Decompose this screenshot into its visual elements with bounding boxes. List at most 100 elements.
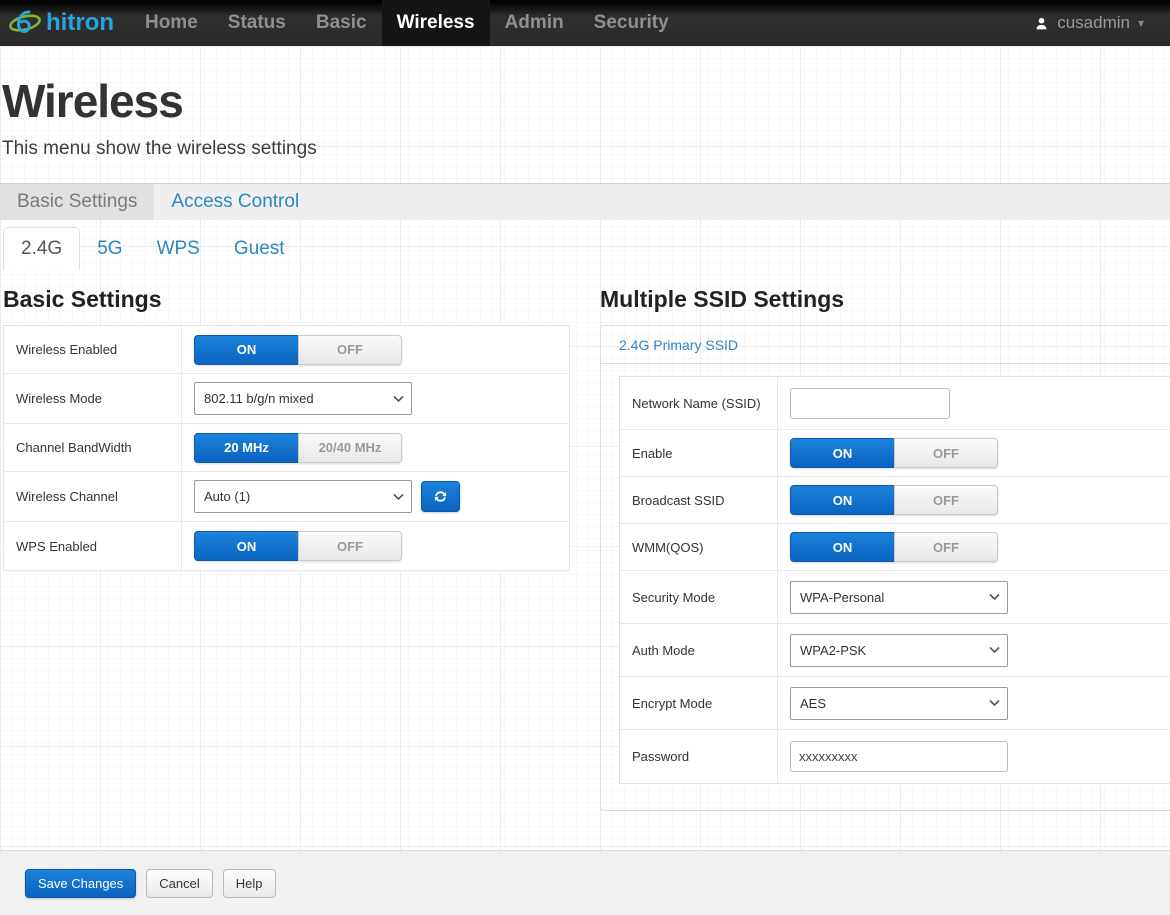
- ssid-settings-row-network-name-ssid: Network Name (SSID): [620, 377, 1170, 430]
- wireless-mode-select[interactable]: 802.11 b/g/n mixed: [194, 382, 412, 415]
- nav-item-admin[interactable]: Admin: [490, 0, 579, 46]
- ssid-settings-row-encrypt-mode: Encrypt Mode AES: [620, 677, 1170, 730]
- basic-settings-row-channel-bandwidth: Channel BandWidth 20 MHz20/40 MHz: [4, 424, 569, 472]
- nav-item-home[interactable]: Home: [130, 0, 213, 46]
- ssid-settings-row-wmm-qos: WMM(QOS)ONOFF: [620, 524, 1170, 571]
- channel-bandwidth-toggle: 20 MHz20/40 MHz: [194, 433, 402, 463]
- basic-settings-heading: Basic Settings: [3, 286, 600, 313]
- field-label: Password: [620, 730, 778, 783]
- channel-bandwidth-option-20-40-mhz[interactable]: 20/40 MHz: [298, 433, 402, 463]
- page-subtitle: This menu show the wireless settings: [2, 138, 1170, 160]
- field-control: WPA-Personal: [778, 571, 1170, 623]
- refresh-icon: [433, 489, 448, 504]
- field-control: ONOFF: [778, 430, 1170, 476]
- ssid-settings-heading: Multiple SSID Settings: [600, 286, 1170, 313]
- broadcast-ssid-toggle: ONOFF: [790, 485, 998, 515]
- basic-settings-row-wireless-mode: Wireless Mode 802.11 b/g/n mixed: [4, 374, 569, 424]
- page-content: Wireless This menu show the wireless set…: [0, 46, 1170, 850]
- wireless-enabled-toggle: ONOFF: [194, 335, 402, 365]
- field-control: WPA2-PSK: [778, 624, 1170, 676]
- save-changes-button[interactable]: Save Changes: [25, 869, 136, 898]
- field-control: 20 MHz20/40 MHz: [182, 424, 569, 471]
- help-button[interactable]: Help: [223, 869, 276, 898]
- basic-settings-row-wireless-enabled: Wireless Enabled ONOFF: [4, 326, 569, 374]
- ssid-settings-row-auth-mode: Auth Mode WPA2-PSK: [620, 624, 1170, 677]
- wireless-enabled-option-off[interactable]: OFF: [298, 335, 402, 365]
- hitron-logo[interactable]: hitron: [0, 0, 130, 46]
- field-label: Auth Mode: [620, 624, 778, 676]
- enable-option-off[interactable]: OFF: [894, 438, 998, 468]
- ssid-settings-panel: Multiple SSID Settings 2.4G Primary SSID…: [600, 286, 1170, 811]
- wps-enabled-toggle: ONOFF: [194, 531, 402, 561]
- top-navbar: hitron Home Status Basic Wireless Admin …: [0, 0, 1170, 46]
- tab-basic-settings[interactable]: Basic Settings: [0, 184, 154, 220]
- primary-ssid-link[interactable]: 2.4G Primary SSID: [601, 326, 1170, 364]
- tab-5g[interactable]: 5G: [80, 227, 139, 270]
- field-label: Wireless Mode: [4, 374, 182, 423]
- basic-settings-panel: Basic Settings Wireless EnabledONOFFWire…: [0, 286, 600, 811]
- logo-text: hitron: [46, 9, 114, 37]
- user-name: cusadmin: [1057, 13, 1130, 33]
- nav-item-basic[interactable]: Basic: [301, 0, 382, 46]
- wps-enabled-option-on[interactable]: ON: [194, 531, 298, 561]
- field-control: 802.11 b/g/n mixed: [182, 374, 569, 423]
- password-input[interactable]: [790, 741, 1008, 772]
- encrypt-mode-select[interactable]: AES: [790, 687, 1008, 720]
- broadcast-ssid-option-off[interactable]: OFF: [894, 485, 998, 515]
- enable-option-on[interactable]: ON: [790, 438, 894, 468]
- enable-toggle: ONOFF: [790, 438, 998, 468]
- field-label: Wireless Enabled: [4, 326, 182, 373]
- auth-mode-select[interactable]: WPA2-PSK: [790, 634, 1008, 667]
- field-control: ONOFF: [778, 477, 1170, 523]
- field-control: ONOFF: [182, 522, 569, 570]
- page-title: Wireless: [2, 74, 1170, 128]
- basic-settings-row-wireless-channel: Wireless Channel Auto (1): [4, 472, 569, 522]
- network-name-ssid-input[interactable]: [790, 388, 950, 419]
- action-footer: Save Changes Cancel Help: [0, 850, 1170, 915]
- wps-enabled-option-off[interactable]: OFF: [298, 531, 402, 561]
- broadcast-ssid-option-on[interactable]: ON: [790, 485, 894, 515]
- security-mode-select[interactable]: WPA-Personal: [790, 581, 1008, 614]
- field-label: Network Name (SSID): [620, 377, 778, 429]
- ssid-settings-row-enable: Enable ONOFF: [620, 430, 1170, 477]
- field-control: [778, 377, 1170, 429]
- wireless-channel-select[interactable]: Auto (1): [194, 480, 412, 513]
- ssid-settings-row-password: Password: [620, 730, 1170, 783]
- channel-bandwidth-option-20-mhz[interactable]: 20 MHz: [194, 433, 298, 463]
- settings-panels: Basic Settings Wireless EnabledONOFFWire…: [0, 270, 1170, 811]
- hitron-logo-icon: [8, 8, 44, 38]
- field-control: ONOFF: [182, 326, 569, 373]
- tab-wps[interactable]: WPS: [140, 227, 217, 270]
- wmm-qos-option-off[interactable]: OFF: [894, 532, 998, 562]
- field-control: ONOFF: [778, 524, 1170, 570]
- field-label: WPS Enabled: [4, 522, 182, 570]
- primary-tabbar: Basic Settings Access Control: [0, 183, 1170, 220]
- field-label: Encrypt Mode: [620, 677, 778, 729]
- wmm-qos-toggle: ONOFF: [790, 532, 998, 562]
- tab-guest[interactable]: Guest: [217, 227, 302, 270]
- field-label: Channel BandWidth: [4, 424, 182, 471]
- secondary-tabbar: 2.4G 5G WPS Guest: [0, 227, 1170, 270]
- nav-item-security[interactable]: Security: [579, 0, 684, 46]
- nav-item-wireless[interactable]: Wireless: [382, 0, 490, 46]
- field-label: Wireless Channel: [4, 472, 182, 521]
- field-control: [778, 730, 1170, 783]
- user-icon: [1034, 16, 1049, 31]
- field-label: Security Mode: [620, 571, 778, 623]
- ssid-card: 2.4G Primary SSID Network Name (SSID)Ena…: [600, 325, 1170, 811]
- basic-settings-table: Wireless EnabledONOFFWireless Mode802.11…: [3, 325, 570, 571]
- ssid-settings-row-broadcast-ssid: Broadcast SSID ONOFF: [620, 477, 1170, 524]
- cancel-button[interactable]: Cancel: [146, 869, 212, 898]
- ssid-settings-table: Network Name (SSID)EnableONOFFBroadcast …: [619, 376, 1170, 784]
- tab-2-4g[interactable]: 2.4G: [3, 227, 80, 270]
- nav-item-status[interactable]: Status: [213, 0, 301, 46]
- user-menu[interactable]: cusadmin ▾: [1034, 0, 1170, 46]
- field-label: Broadcast SSID: [620, 477, 778, 523]
- wmm-qos-option-on[interactable]: ON: [790, 532, 894, 562]
- field-control: AES: [778, 677, 1170, 729]
- wireless-enabled-option-on[interactable]: ON: [194, 335, 298, 365]
- tab-access-control[interactable]: Access Control: [154, 184, 316, 220]
- ssid-settings-row-security-mode: Security Mode WPA-Personal: [620, 571, 1170, 624]
- field-label: Enable: [620, 430, 778, 476]
- rescan-channel-button[interactable]: [421, 481, 460, 512]
